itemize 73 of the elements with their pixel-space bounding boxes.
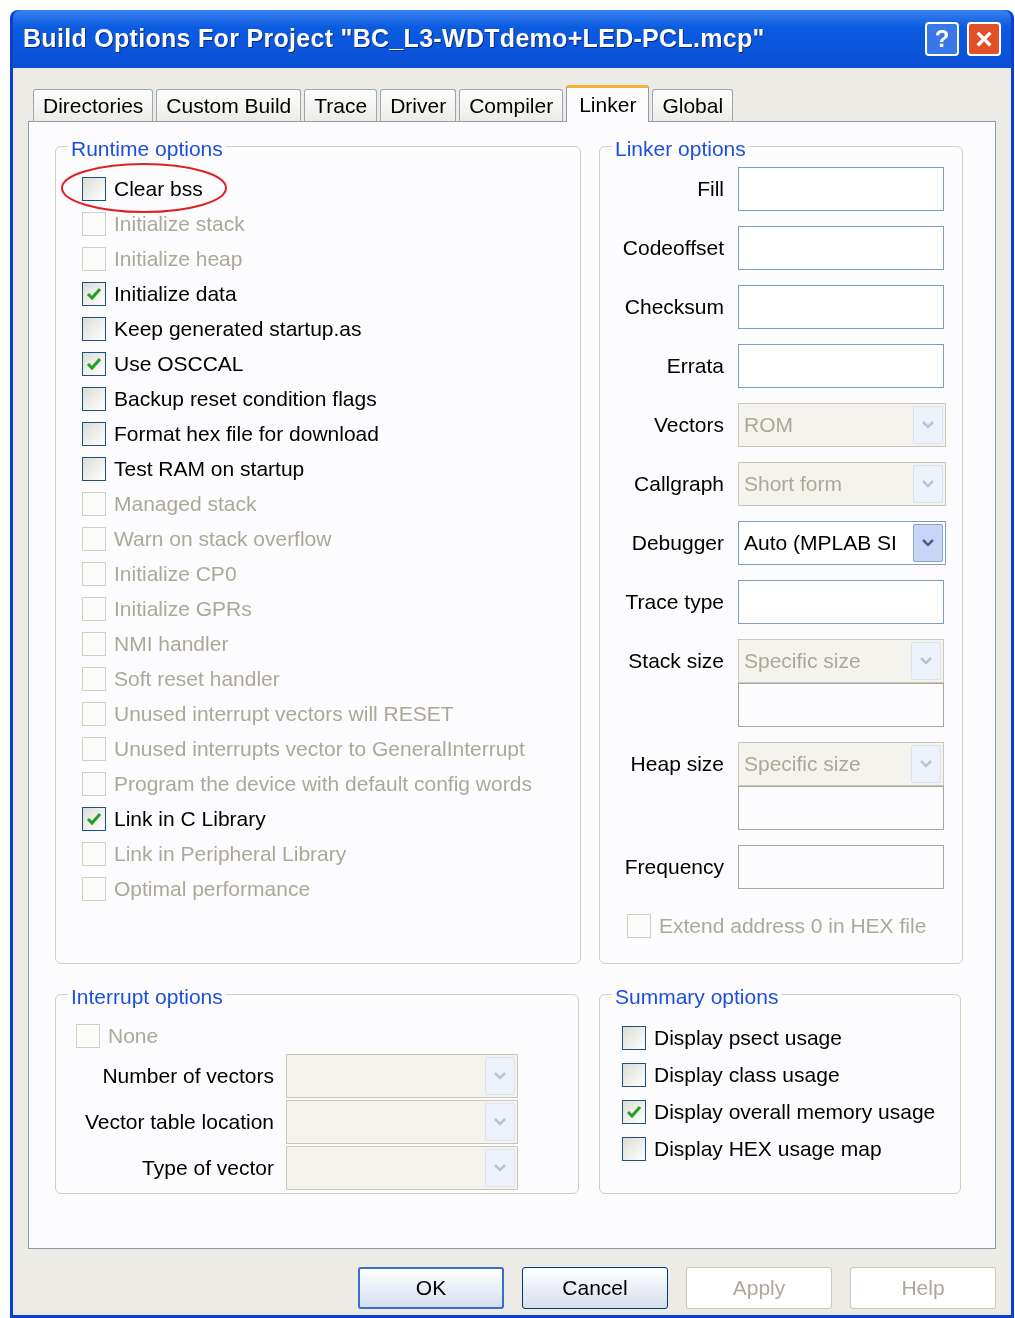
field-label: Vector table location (83, 1109, 274, 1136)
field-label: Heap size (629, 751, 724, 777)
checkbox-label: Link in Peripheral Library (114, 840, 347, 867)
checkbox-label: Link in C Library (114, 805, 266, 832)
input-field[interactable] (738, 226, 944, 270)
checkbox[interactable] (82, 176, 106, 201)
close-button[interactable]: × (967, 22, 1001, 56)
checkbox-label: Soft reset handler (114, 665, 280, 692)
checkbox[interactable] (622, 1062, 646, 1087)
checkbox-label: Program the device with default config words (114, 770, 532, 797)
tab[interactable]: Driver (380, 89, 457, 121)
checkbox[interactable] (82, 421, 106, 446)
dialog-button[interactable]: OK (358, 1267, 504, 1309)
checkbox[interactable] (82, 351, 106, 376)
tab[interactable]: Compiler (459, 89, 564, 121)
help-button[interactable]: ? (925, 22, 959, 56)
checkbox-label: Keep generated startup.as (114, 315, 362, 342)
checkbox-label: Use OSCCAL (114, 350, 244, 377)
tab[interactable]: Directories (33, 89, 154, 121)
checkbox-label: Display HEX usage map (654, 1135, 882, 1162)
checkbox-label: Warn on stack overflow (114, 525, 332, 552)
checkbox-label: Unused interrupt vectors will RESET (114, 700, 454, 727)
field-label: Fill (696, 176, 724, 202)
checkbox[interactable] (82, 281, 106, 306)
checkbox-label: Initialize CP0 (114, 560, 237, 587)
checkbox-label: Initialize heap (114, 245, 243, 272)
window-title: Build Options For Project "BC_L3-WDTdemo+LED-PCL.mcp" (23, 23, 766, 55)
checkbox[interactable] (82, 456, 106, 481)
checkbox-label: Display overall memory usage (654, 1098, 936, 1125)
field-label: Callgraph (633, 471, 724, 497)
field-label: Trace type (624, 589, 724, 615)
checkbox-label: Optimal performance (114, 875, 311, 902)
checkbox[interactable] (622, 1025, 646, 1050)
field-label: Vectors (652, 412, 724, 438)
checkbox-label: None (108, 1023, 159, 1050)
input-field[interactable] (738, 683, 944, 727)
checkbox-label: Clear bss (114, 175, 203, 202)
input-field[interactable] (738, 344, 944, 388)
dropdown[interactable]: Auto (MPLAB SI (738, 521, 946, 565)
field-label: Number of vectors (101, 1063, 274, 1090)
field-label: Checksum (623, 294, 724, 320)
checkbox[interactable] (622, 1136, 646, 1161)
field-label: Debugger (630, 530, 724, 556)
checkbox-label: Format hex file for download (114, 420, 379, 447)
checkbox[interactable] (82, 386, 106, 411)
checkbox[interactable] (82, 316, 106, 341)
input-field[interactable] (738, 580, 944, 624)
checkbox-label: Managed stack (114, 490, 257, 517)
field-label: Codeoffset (621, 235, 724, 261)
input-field[interactable] (738, 167, 944, 211)
input-field[interactable] (738, 786, 944, 830)
checkbox-label: Test RAM on startup (114, 455, 305, 482)
checkbox-label: Initialize stack (114, 210, 245, 237)
checkbox[interactable] (622, 1099, 646, 1124)
field-label: Type of vector (141, 1155, 274, 1182)
field-label: Frequency (623, 854, 724, 880)
checkbox-label: Extend address 0 in HEX file (659, 913, 927, 940)
tab[interactable]: Global (652, 89, 734, 121)
field-label: Stack size (627, 648, 724, 674)
checkbox[interactable] (82, 806, 106, 831)
checkbox-label: Initialize GPRs (114, 595, 252, 622)
input-field[interactable] (738, 285, 944, 329)
field-label: Errata (665, 353, 724, 379)
checkbox-label: Unused interrupts vector to GeneralInterrupt (114, 735, 525, 762)
checkbox-label: Display psect usage (654, 1024, 842, 1051)
checkbox-label: Initialize data (114, 280, 237, 307)
dialog-button[interactable]: Cancel (522, 1267, 668, 1309)
checkbox-label: Display class usage (654, 1061, 840, 1088)
tab[interactable]: Trace (304, 89, 378, 121)
checkbox-label: Backup reset condition flags (114, 385, 377, 412)
tab[interactable]: Linker (566, 85, 650, 122)
checkbox-label: NMI handler (114, 630, 229, 657)
tab[interactable]: Custom Build (156, 89, 302, 121)
